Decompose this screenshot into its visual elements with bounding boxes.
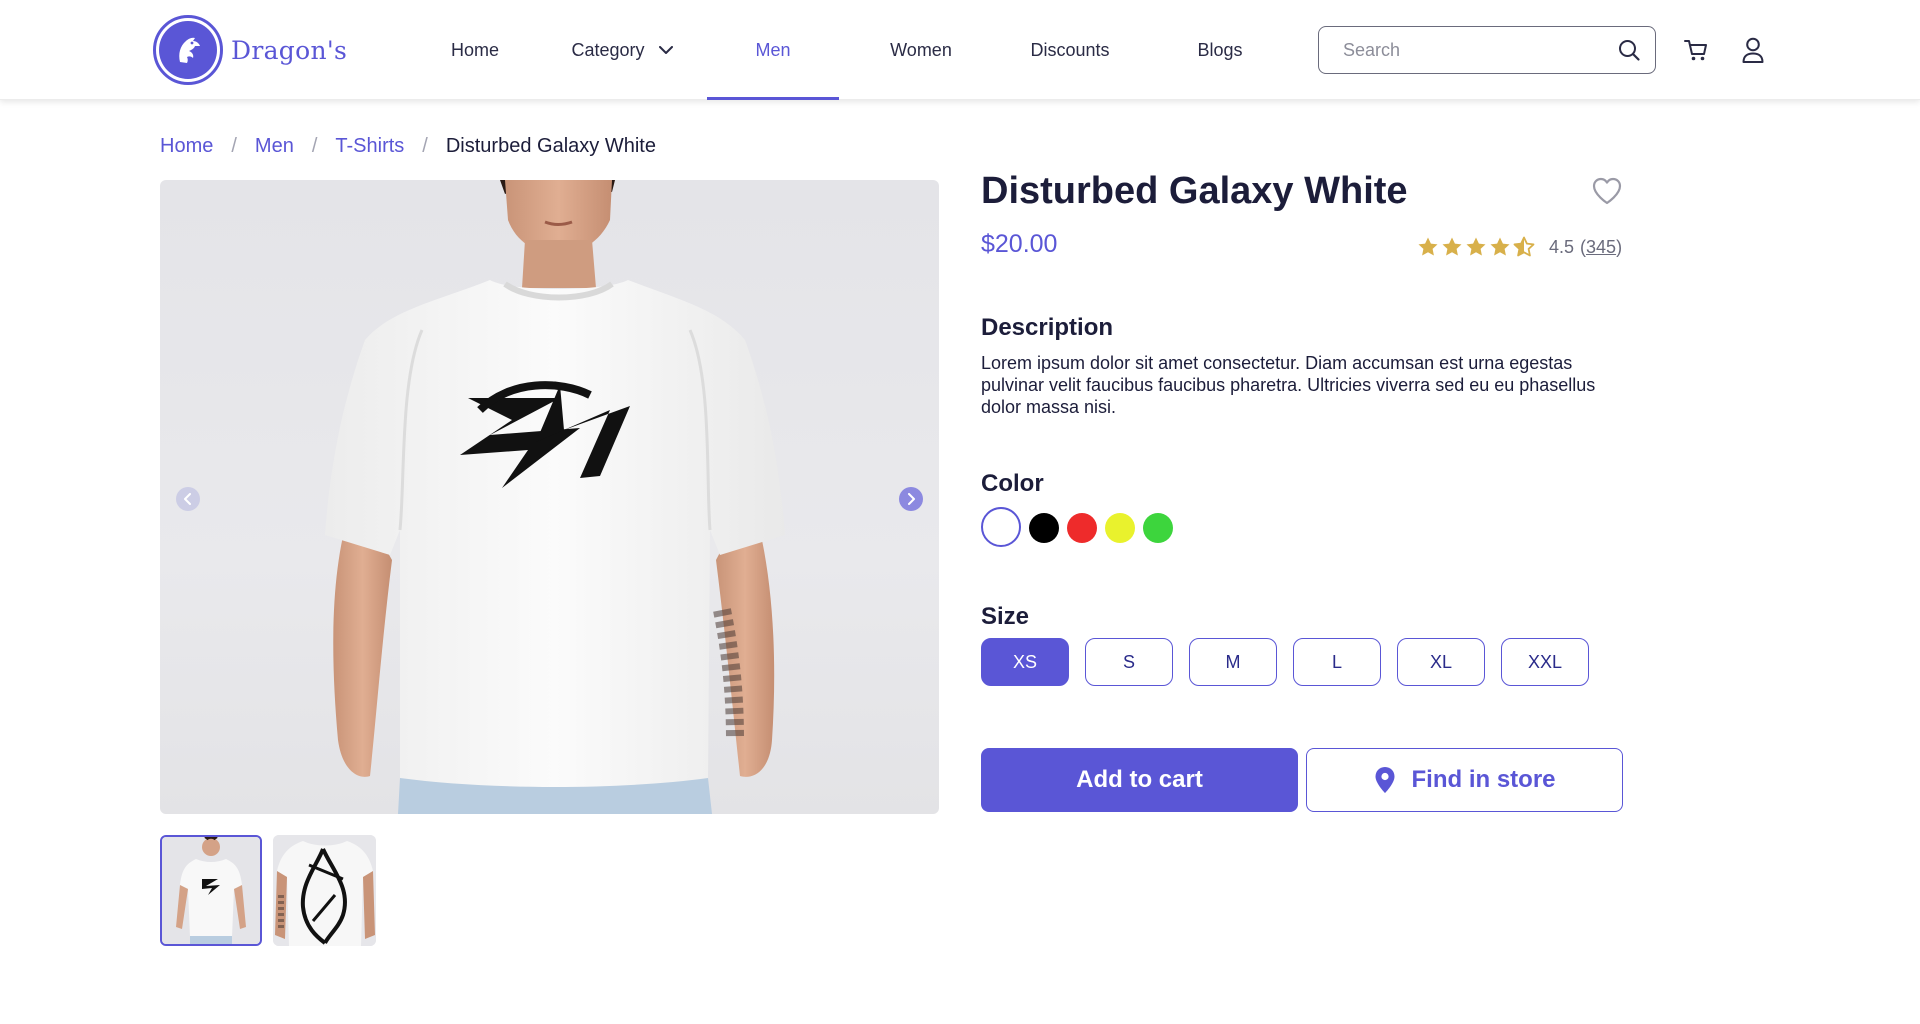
description-heading: Description (981, 314, 1114, 341)
add-to-cart-button[interactable]: Add to cart (981, 748, 1298, 812)
thumbnail-back-image (273, 835, 376, 946)
carousel-prev-button[interactable] (176, 487, 200, 511)
location-pin-icon (1374, 766, 1396, 794)
rating-count-link[interactable]: 345 (1586, 237, 1616, 257)
nav-home-label: Home (450, 39, 499, 60)
nav-women[interactable]: Women (870, 0, 972, 100)
breadcrumb-current: Disturbed Galaxy White (445, 135, 656, 157)
half-star-icon (1513, 236, 1535, 257)
rating-value: 4.5 (1549, 236, 1575, 257)
breadcrumb-home[interactable]: Home (160, 135, 213, 158)
color-swatch-green[interactable] (1143, 513, 1173, 543)
breadcrumb-separator: / (231, 135, 237, 157)
color-swatch-white[interactable] (981, 507, 1021, 547)
brand-name: Dragon's (231, 35, 348, 65)
nav-blogs[interactable]: Blogs (1180, 0, 1260, 100)
thumbnail-back[interactable] (273, 835, 376, 946)
thumbnail-front[interactable] (160, 835, 262, 946)
chevron-left-icon (184, 493, 191, 505)
cart-icon[interactable] (1682, 36, 1710, 64)
search-input[interactable] (1343, 39, 1617, 61)
product-price: $20.00 (981, 230, 1058, 258)
top-header: Dragon's Home Category Men Women Discoun… (0, 0, 1920, 100)
nav-category[interactable]: Category (560, 0, 684, 100)
search-icon[interactable] (1617, 38, 1641, 62)
find-in-store-label: Find in store (1411, 766, 1556, 793)
nav-men[interactable]: Men (707, 0, 839, 100)
dragon-logo-icon (153, 15, 223, 85)
product-description: Lorem ipsum dolor sit amet consectetur. … (981, 353, 1596, 417)
breadcrumb-tshirts[interactable]: T-Shirts (335, 135, 404, 158)
thumbnail-front-image (162, 837, 260, 944)
star-icon (1442, 237, 1462, 256)
star-icon (1490, 237, 1510, 256)
nav-blogs-label: Blogs (1197, 39, 1243, 60)
breadcrumb-men[interactable]: Men (255, 135, 294, 158)
nav-category-label: Category (571, 39, 645, 60)
rating-count-wrap: (345) (1580, 236, 1623, 257)
nav-discounts[interactable]: Discounts (1018, 0, 1122, 100)
nav-discounts-label: Discounts (1030, 39, 1110, 60)
star-icon (1466, 237, 1486, 256)
color-swatch-yellow[interactable] (1105, 513, 1135, 543)
breadcrumb-separator: / (311, 135, 318, 157)
size-option-m[interactable]: M (1189, 638, 1277, 686)
nav-women-label: Women (890, 39, 952, 60)
size-option-xl[interactable]: XL (1397, 638, 1485, 686)
color-swatch-red[interactable] (1067, 513, 1097, 543)
size-option-xs[interactable]: XS (981, 638, 1069, 686)
star-icon (1418, 237, 1438, 256)
find-in-store-button[interactable]: Find in store (1306, 748, 1623, 812)
brand-logo[interactable]: Dragon's (153, 15, 347, 85)
search-box (1318, 26, 1656, 74)
size-option-s[interactable]: S (1085, 638, 1173, 686)
product-main-image (160, 180, 939, 814)
breadcrumb: Home / Men / T-Shirts / Disturbed Galaxy… (160, 135, 656, 158)
nav-men-label: Men (755, 39, 791, 60)
size-heading: Size (981, 603, 1030, 630)
chevron-right-icon (908, 493, 915, 505)
product-photo (325, 180, 785, 814)
add-to-cart-label: Add to cart (1076, 766, 1203, 793)
user-icon[interactable] (1739, 36, 1767, 64)
chevron-down-icon (658, 45, 673, 55)
product-rating: 4.5 (345) (1417, 236, 1622, 258)
color-swatch-black[interactable] (1029, 513, 1059, 543)
rating-stars (1417, 236, 1541, 258)
breadcrumb-separator: / (422, 135, 428, 157)
size-option-xxl[interactable]: XXL (1501, 638, 1589, 686)
nav-home[interactable]: Home (430, 0, 520, 100)
color-heading: Color (981, 470, 1044, 497)
wishlist-heart-icon[interactable] (1591, 176, 1623, 206)
size-option-l[interactable]: L (1293, 638, 1381, 686)
product-title: Disturbed Galaxy White (981, 170, 1408, 212)
carousel-next-button[interactable] (899, 487, 923, 511)
